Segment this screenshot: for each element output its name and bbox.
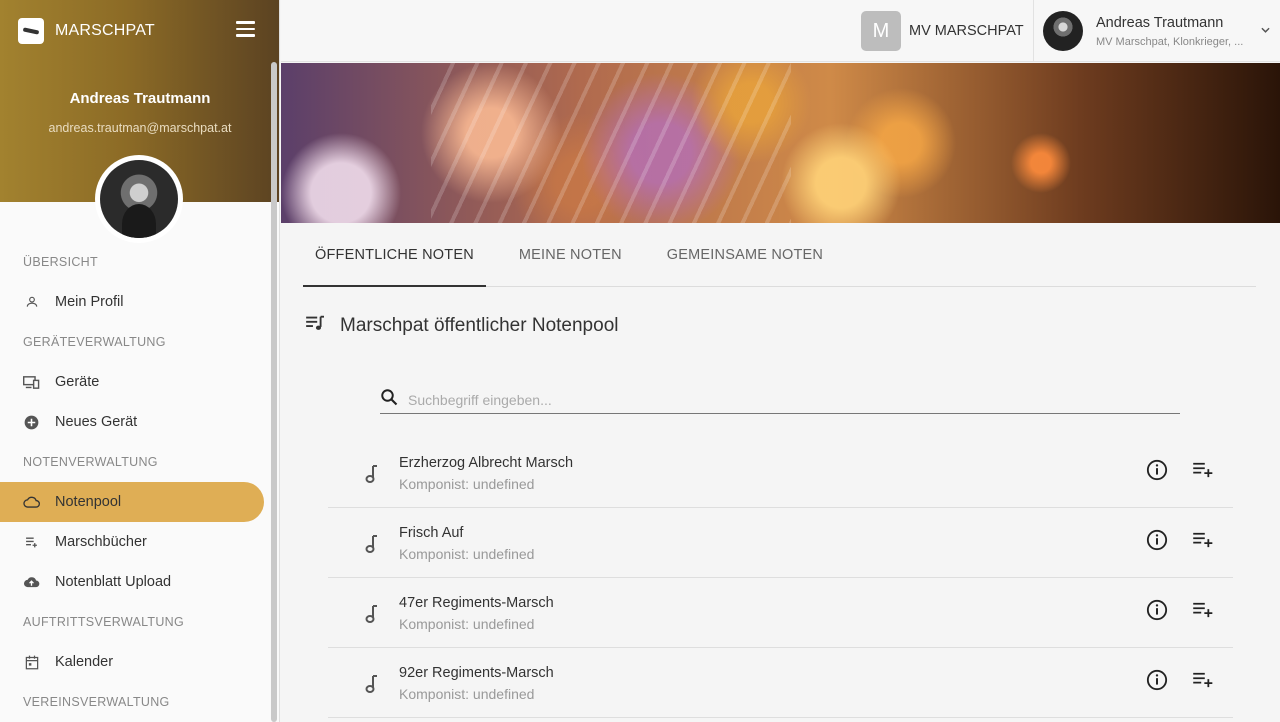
topbar-user-name: Andreas Trautmann [1096, 14, 1224, 31]
search-input[interactable] [408, 391, 1148, 408]
sidebar-item-label: Marschbücher [55, 534, 147, 550]
nav-section-auftrittsverwaltung: AUFTRITTSVERWALTUNG [23, 615, 185, 629]
org-name: MV MARSCHPAT [909, 23, 1024, 39]
add-to-playlist-icon[interactable] [1192, 672, 1214, 693]
calendar-icon [23, 654, 40, 671]
sidebar-item-notenblatt-upload[interactable]: Notenblatt Upload [0, 562, 264, 602]
sidebar-item-mein-profil[interactable]: Mein Profil [0, 282, 264, 322]
item-title: Frisch Auf [399, 525, 464, 541]
sidebar-item-label: Neues Gerät [55, 414, 138, 430]
top-bar: M MV MARSCHPAT Andreas Trautmann MV Mars… [281, 0, 1280, 62]
sidebar-item-geraete[interactable]: Geräte [0, 362, 264, 402]
item-title: 92er Regiments-Marsch [399, 665, 554, 681]
sidebar-item-marschbuecher[interactable]: Marschbücher [0, 522, 264, 562]
avatar[interactable] [95, 155, 183, 243]
sidebar-item-neues-geraet[interactable]: Neues Gerät [0, 402, 264, 442]
sidebar-item-kalender[interactable]: Kalender [0, 642, 264, 682]
add-to-playlist-icon[interactable] [1192, 462, 1214, 483]
list-item[interactable]: Erzherzog Albrecht Marsch Komponist: und… [328, 438, 1233, 508]
sidebar-item-label: Kalender [55, 654, 114, 670]
nav-section-notenverwaltung: NOTENVERWALTUNG [23, 455, 158, 469]
tab-gemeinsame-noten[interactable]: GEMEINSAME NOTEN [655, 232, 835, 286]
sidebar-item-label: Geräte [55, 374, 100, 390]
tab-meine-noten[interactable]: MEINE NOTEN [507, 232, 634, 286]
sidebar-item-notenpool[interactable]: Notenpool [0, 482, 264, 522]
list-item[interactable]: Frisch Auf Komponist: undefined [328, 508, 1233, 578]
sidebar-nav: ÜBERSICHT Mein Profil GERÄTEVERWALTUNG G… [0, 242, 270, 722]
item-composer: Komponist: undefined [399, 546, 535, 562]
info-icon[interactable] [1146, 669, 1168, 696]
list-item[interactable]: 92er Regiments-Marsch Komponist: undefin… [328, 648, 1233, 718]
person-icon [23, 294, 40, 311]
organization-switcher[interactable]: M MV MARSCHPAT [861, 11, 1024, 51]
sidebar-user-email: andreas.trautman@marschpat.at [48, 121, 232, 135]
header-banner-image [281, 63, 1280, 223]
cloud-upload-icon [23, 574, 40, 591]
sidebar-scrollbar[interactable] [271, 62, 277, 722]
info-icon[interactable] [1146, 459, 1168, 486]
nav-section-uebersicht: ÜBERSICHT [23, 255, 98, 269]
chevron-down-icon [1261, 24, 1270, 36]
hamburger-menu-icon[interactable] [236, 21, 258, 39]
sidebar: MARSCHPAT Andreas Trautmann andreas.trau… [0, 0, 280, 722]
brand-name: MARSCHPAT [55, 22, 155, 39]
tab-oeffentliche-noten[interactable]: ÖFFENTLICHE NOTEN [303, 232, 486, 287]
item-composer: Komponist: undefined [399, 476, 535, 492]
org-avatar: M [861, 11, 901, 51]
list-item[interactable]: 47er Regiments-Marsch Komponist: undefin… [328, 578, 1233, 648]
sidebar-user-name: Andreas Trautmann [69, 90, 211, 107]
devices-icon [23, 374, 40, 391]
item-composer: Komponist: undefined [399, 616, 535, 632]
user-menu[interactable]: Andreas Trautmann MV Marschpat, Klonkrie… [1033, 0, 1280, 62]
nav-section-vereinsverwaltung: VEREINSVERWALTUNG [23, 695, 170, 709]
music-queue-icon [305, 315, 326, 337]
notes-list: Erzherzog Albrecht Marsch Komponist: und… [328, 438, 1233, 718]
music-note-icon [364, 674, 378, 699]
item-composer: Komponist: undefined [399, 686, 535, 702]
item-title: 47er Regiments-Marsch [399, 595, 554, 611]
music-note-icon [364, 534, 378, 559]
page-title: Marschpat öffentlicher Notenpool [340, 315, 619, 336]
music-note-icon [364, 464, 378, 489]
add-to-playlist-icon[interactable] [1192, 532, 1214, 553]
sidebar-item-label: Mein Profil [55, 294, 124, 310]
brand: MARSCHPAT [18, 18, 155, 44]
playlist-icon [23, 534, 40, 551]
sidebar-item-label: Notenpool [55, 494, 122, 510]
info-icon[interactable] [1146, 529, 1168, 556]
tab-bar: ÖFFENTLICHE NOTEN MEINE NOTEN GEMEINSAME… [303, 232, 1256, 287]
info-icon[interactable] [1146, 599, 1168, 626]
user-avatar [1043, 11, 1083, 51]
add-circle-icon [23, 414, 40, 431]
section-header: Marschpat öffentlicher Notenpool [305, 315, 618, 337]
brand-logo-icon [18, 18, 44, 44]
cloud-icon [23, 494, 40, 511]
add-to-playlist-icon[interactable] [1192, 602, 1214, 623]
search-icon [380, 388, 398, 411]
topbar-user-groups: MV Marschpat, Klonkrieger, ... [1096, 35, 1244, 48]
nav-section-geraeteverwaltung: GERÄTEVERWALTUNG [23, 335, 166, 349]
music-note-icon [364, 604, 378, 629]
search-bar [380, 386, 1180, 414]
item-title: Erzherzog Albrecht Marsch [399, 455, 574, 471]
sidebar-item-label: Notenblatt Upload [55, 574, 172, 590]
